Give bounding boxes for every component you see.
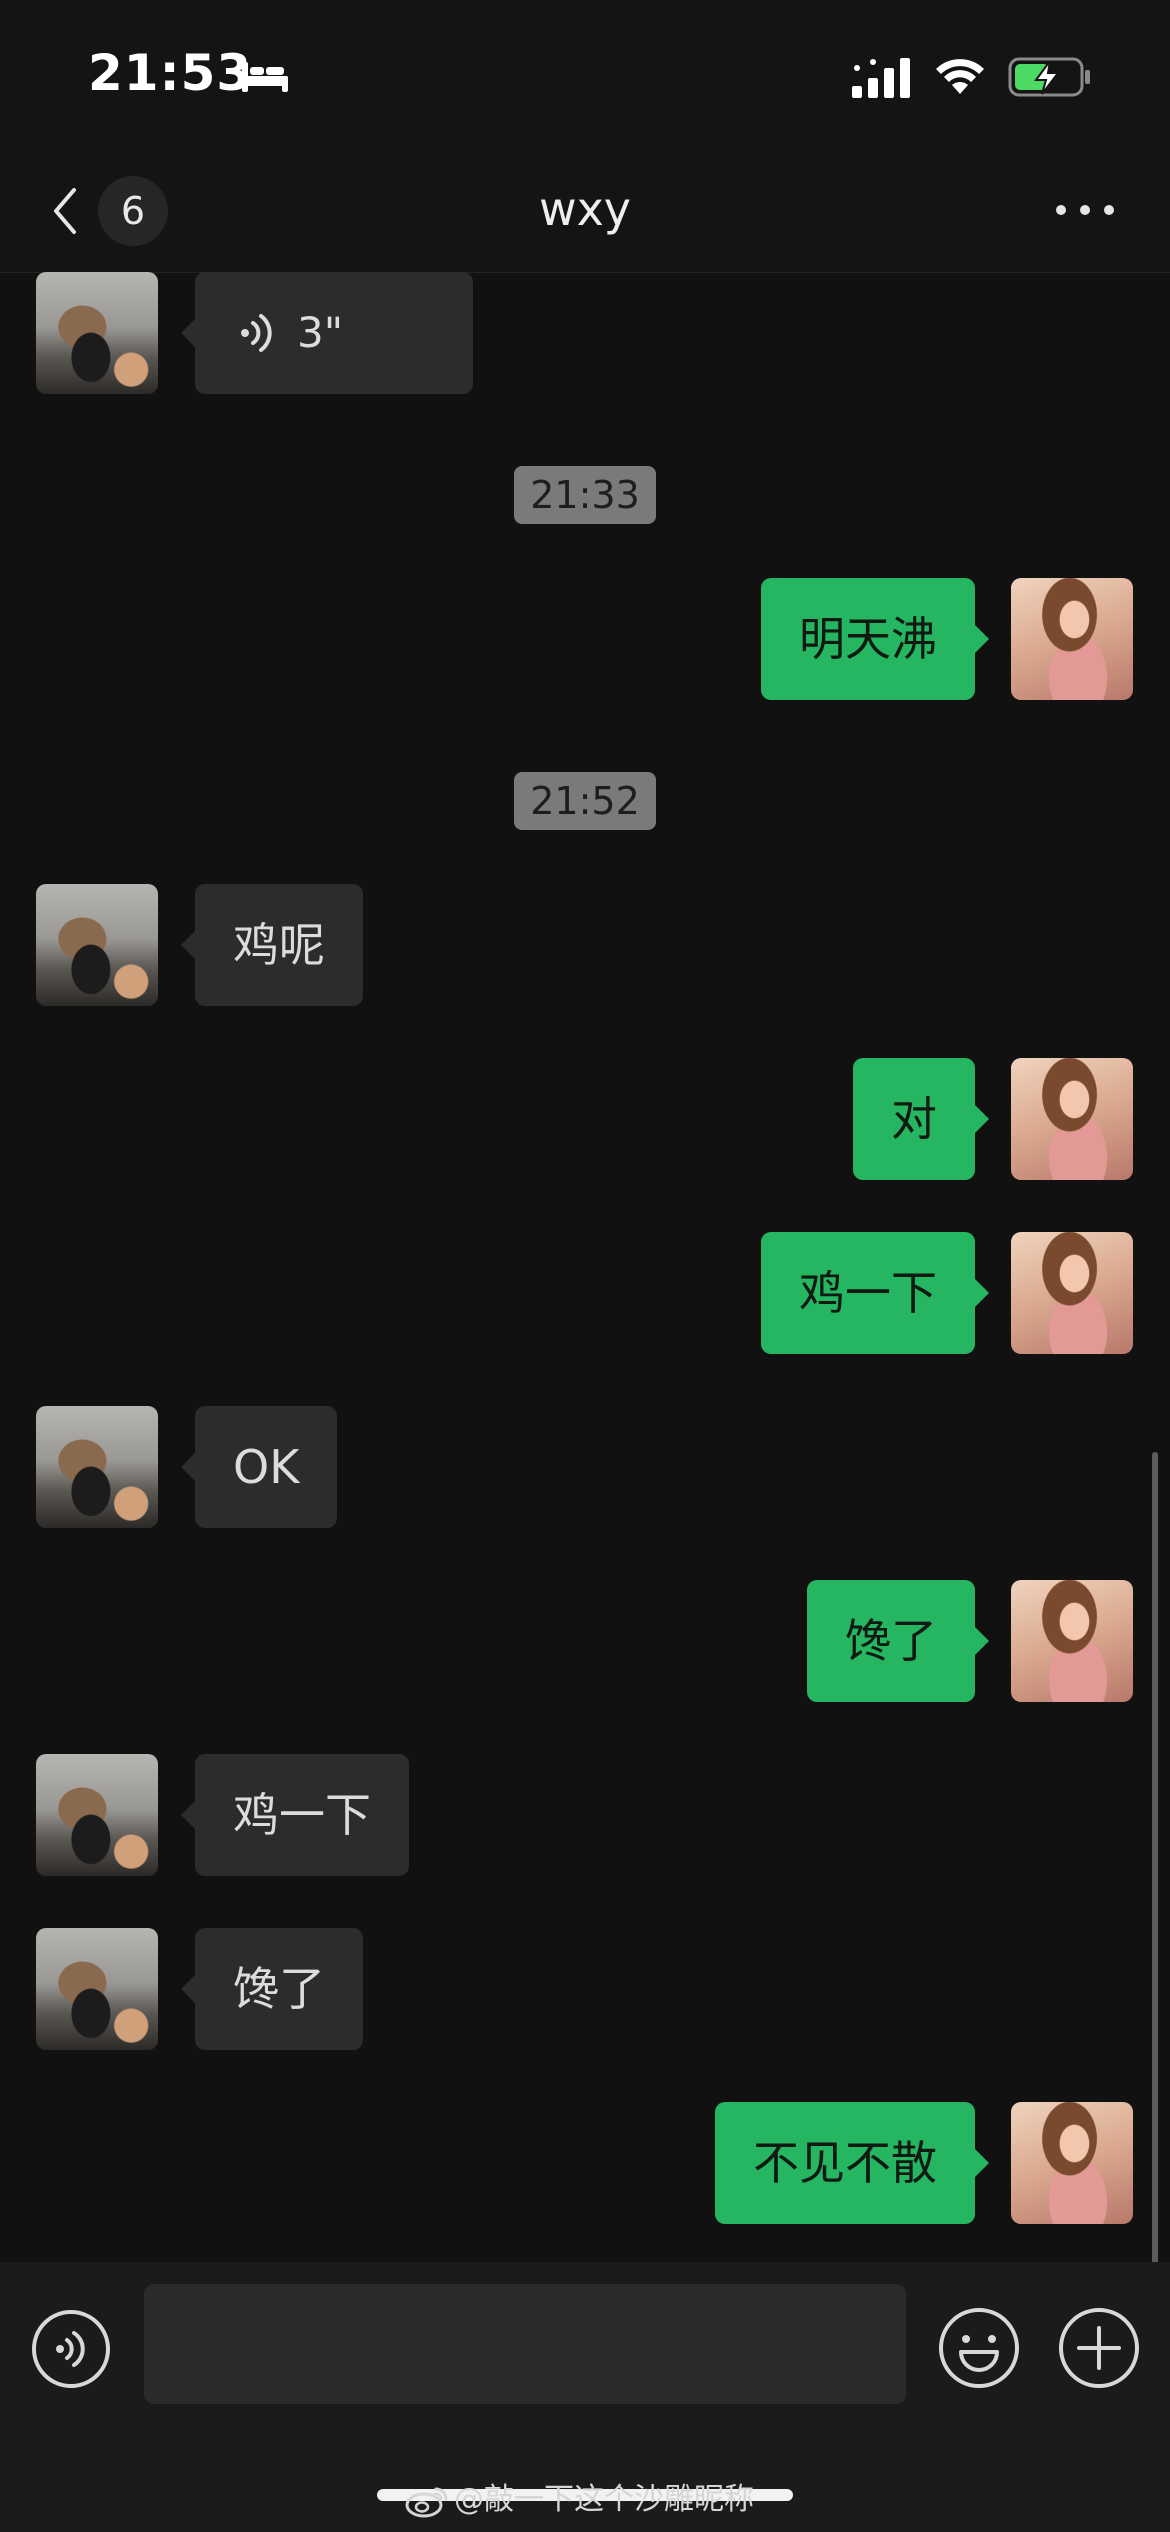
watermark-text: @敲一下这个沙雕昵称 bbox=[454, 2482, 754, 2517]
contact-avatar[interactable] bbox=[36, 1406, 158, 1528]
back-button[interactable]: 6 bbox=[40, 172, 180, 248]
message-timestamp: 21:33 bbox=[0, 466, 1170, 524]
emoji-icon[interactable] bbox=[937, 2306, 1021, 2390]
timestamp-label: 21:33 bbox=[514, 466, 656, 524]
voice-duration: 3" bbox=[297, 308, 344, 357]
timestamp-label: 21:52 bbox=[514, 772, 656, 830]
contact-avatar[interactable] bbox=[36, 1754, 158, 1876]
incoming-message-bubble[interactable]: OK bbox=[180, 1406, 338, 1528]
outgoing-message-bubble[interactable]: 馋了 bbox=[807, 1580, 989, 1702]
incoming-message-bubble[interactable]: 鸡一下 bbox=[181, 1754, 409, 1876]
watermark: @敲一下这个沙雕昵称 bbox=[404, 2474, 754, 2526]
status-time: 21:53 bbox=[88, 44, 253, 102]
message-list[interactable]: 3" 21:33 明天沸 21:52 鸡呢 对 鸡一下 OK 馋了 鸡一下 馋了… bbox=[0, 272, 1170, 2530]
wifi-icon bbox=[936, 59, 984, 94]
my-avatar[interactable] bbox=[1011, 578, 1133, 700]
weibo-logo-icon bbox=[405, 2487, 448, 2517]
chat-title: wxy bbox=[538, 182, 632, 236]
signal-icon bbox=[852, 58, 910, 98]
bed-icon bbox=[242, 62, 288, 92]
outgoing-message-bubble[interactable]: 对 bbox=[853, 1058, 989, 1180]
message-timestamp: 21:52 bbox=[0, 772, 1170, 830]
my-avatar[interactable] bbox=[1011, 1058, 1133, 1180]
contact-avatar[interactable] bbox=[36, 272, 158, 394]
voice-wave-icon bbox=[241, 314, 272, 352]
outgoing-message-bubble[interactable]: 鸡一下 bbox=[761, 1232, 989, 1354]
my-avatar[interactable] bbox=[1011, 1232, 1133, 1354]
voice-input-icon[interactable] bbox=[30, 2308, 112, 2390]
incoming-message-bubble[interactable]: 馋了 bbox=[181, 1928, 363, 2050]
my-avatar[interactable] bbox=[1011, 1580, 1133, 1702]
more-dots-icon[interactable] bbox=[1052, 190, 1118, 230]
incoming-message-bubble[interactable]: 鸡呢 bbox=[181, 884, 363, 1006]
outgoing-message-bubble[interactable]: 明天沸 bbox=[761, 578, 989, 700]
plus-icon[interactable] bbox=[1057, 2306, 1141, 2390]
voice-message-bubble[interactable]: 3" bbox=[181, 272, 473, 394]
unread-count-badge: 6 bbox=[98, 176, 168, 246]
contact-avatar[interactable] bbox=[36, 884, 158, 1006]
nav-bar: 6 wxy bbox=[0, 150, 1170, 273]
status-bar: 21:53 bbox=[0, 0, 1170, 150]
chevron-left-icon bbox=[54, 188, 76, 234]
outgoing-message-bubble[interactable]: 不见不散 bbox=[715, 2102, 989, 2224]
my-avatar[interactable] bbox=[1011, 2102, 1133, 2224]
contact-avatar[interactable] bbox=[36, 1928, 158, 2050]
battery-charging-icon bbox=[1008, 57, 1090, 97]
message-input[interactable] bbox=[144, 2284, 906, 2404]
